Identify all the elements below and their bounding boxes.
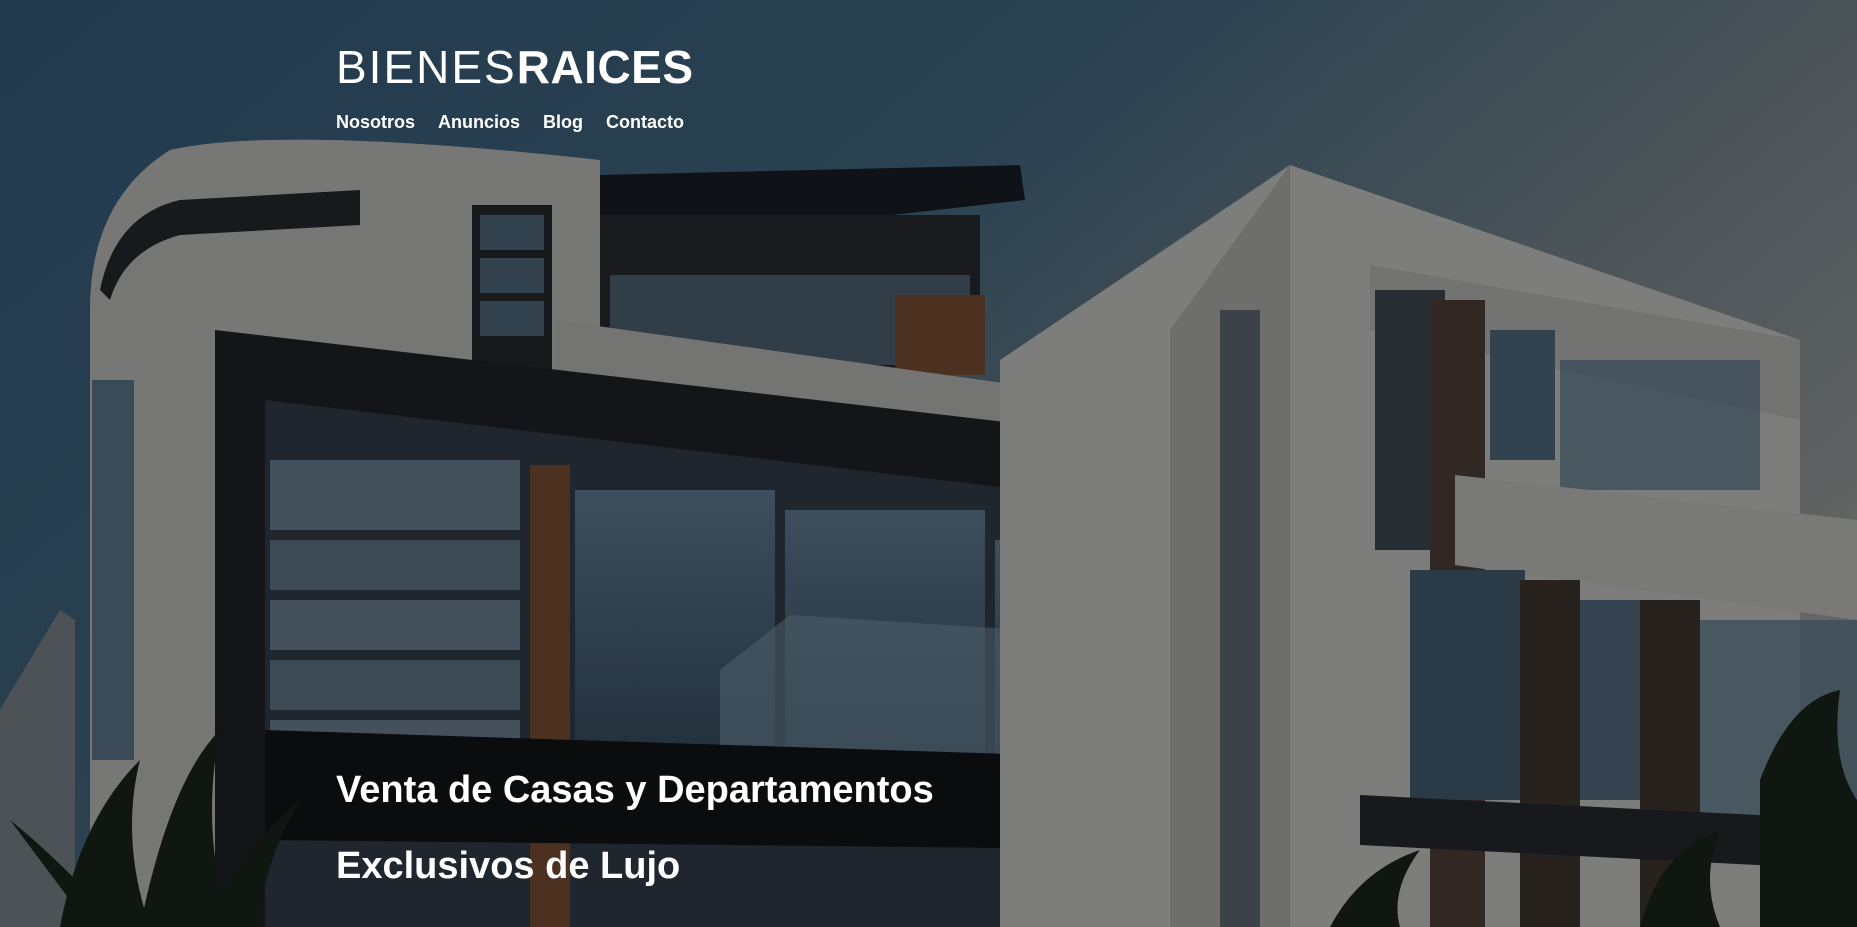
nav-link-contacto[interactable]: Contacto: [606, 110, 684, 134]
hero-headline: Venta de Casas y Departamentos Exclusivo…: [336, 752, 934, 904]
logo-bold-text: RAICES: [516, 41, 694, 93]
site-logo[interactable]: BIENESRAICES: [336, 40, 694, 94]
nav-link-nosotros[interactable]: Nosotros: [336, 110, 415, 134]
hero-section: BIENESRAICES Nosotros Anuncios Blog Cont…: [0, 0, 1857, 927]
logo-light-text: BIENES: [336, 41, 517, 93]
hero-headline-line-2: Exclusivos de Lujo: [336, 845, 681, 887]
main-navigation: Nosotros Anuncios Blog Contacto: [336, 110, 684, 134]
hero-headline-line-1: Venta de Casas y Departamentos: [336, 769, 934, 811]
nav-link-blog[interactable]: Blog: [543, 110, 583, 134]
hero-content: BIENESRAICES Nosotros Anuncios Blog Cont…: [336, 0, 1857, 927]
nav-link-anuncios[interactable]: Anuncios: [438, 110, 520, 134]
